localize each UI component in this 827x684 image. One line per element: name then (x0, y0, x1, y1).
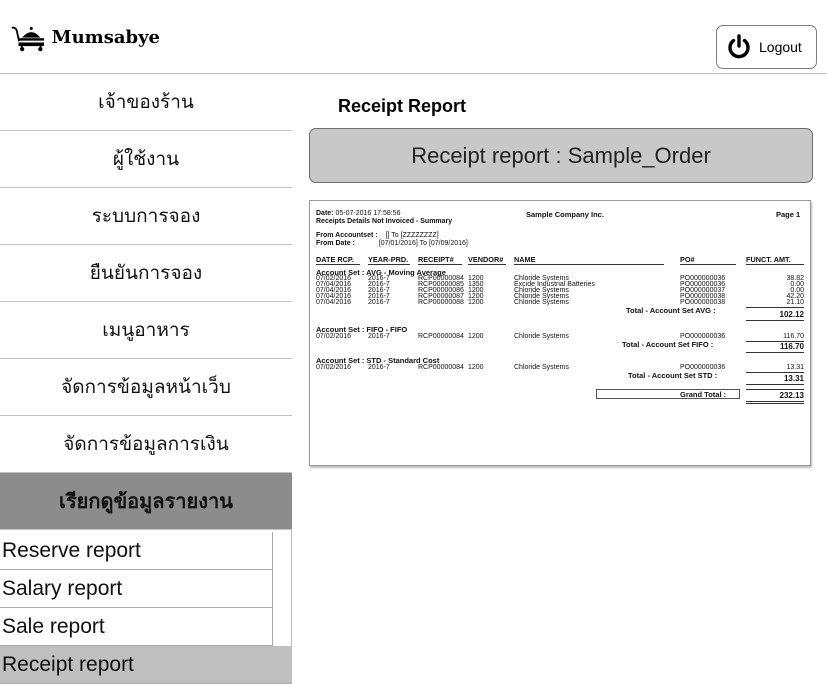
sidebar-item-food-menu[interactable]: เมนูอาหาร (0, 302, 292, 359)
grand-total-topline (746, 389, 804, 390)
cell-vendor: 1200 (468, 364, 484, 371)
cell-amount: 21.10 (786, 299, 804, 306)
cell-date: 07/02/2016 (316, 364, 352, 371)
cell-year-prd: 2016-7 (368, 333, 390, 340)
submenu-sale-report[interactable]: Sale report (0, 608, 273, 646)
report-date-label: Date: (316, 210, 334, 217)
total-fifo: 116.70 (779, 342, 804, 351)
col-funct-amt: FUNCT. AMT. (746, 255, 791, 264)
subtotal-line (746, 307, 804, 308)
col-name: NAME (514, 255, 536, 264)
report-page: Page 1 (776, 210, 801, 219)
col-underline (514, 264, 664, 265)
power-icon (728, 34, 750, 59)
cell-receipt: RCP00000088 (418, 299, 464, 306)
col-year-prd: YEAR-PRD. (368, 255, 409, 264)
submenu-reserve-report[interactable]: Reserve report (0, 532, 273, 570)
app-header: Mumsabye Logout (0, 0, 827, 74)
col-underline (316, 264, 360, 265)
cell-po: PO000000038 (680, 299, 726, 306)
sidebar-item-shop-owner[interactable]: เจ้าของร้าน (0, 74, 292, 131)
logout-button[interactable]: Logout (716, 25, 817, 69)
receipt-report-preview: Date: 05-07-2016 17:58:56 Receipts Detai… (309, 200, 811, 466)
sidebar-item-manage-webpage[interactable]: จัดการข้อมูลหน้าเว็บ (0, 359, 292, 416)
cell-receipt: RCP00000084 (418, 364, 464, 371)
col-po: PO# (680, 255, 695, 264)
report-title-box: Receipt report : Sample_Order (309, 128, 813, 183)
cell-name: Chloride Systems (514, 333, 569, 340)
cell-receipt: RCP00000084 (418, 333, 464, 340)
sidebar-item-booking-system[interactable]: ระบบการจอง (0, 188, 292, 245)
total-underline (746, 320, 804, 321)
col-underline (368, 264, 410, 265)
total-underline (746, 384, 804, 385)
grand-total-label: Grand Total : (680, 390, 727, 399)
grand-total-underline (746, 401, 804, 402)
cell-vendor: 1200 (468, 333, 484, 340)
col-underline (468, 264, 506, 265)
total-label-std: Total - Account Set STD : (628, 371, 718, 380)
col-underline (418, 264, 462, 265)
report-from-date: From Date : [07/01/2016] To [07/09/2016] (316, 240, 468, 247)
cell-date: 07/02/2016 (316, 333, 352, 340)
cell-amount: 13.31 (786, 364, 804, 371)
total-underline (746, 352, 804, 353)
page-title: Receipt Report (338, 96, 467, 116)
total-label-avg: Total - Account Set AVG : (626, 306, 716, 315)
col-receipt: RECEIPT# (418, 255, 454, 264)
report-subtitle: Receipts Details Not Invoiced - Summary (316, 218, 453, 225)
grand-total-value: 232.13 (779, 391, 804, 400)
food-trolley-icon (11, 26, 44, 52)
logout-label: Logout (759, 39, 802, 55)
total-avg: 102.12 (779, 310, 804, 319)
report-from-accountset: From Accountset : [] To [ZZZZZZZZ] (316, 232, 439, 239)
from-accountset-label: From Accountset : (316, 232, 378, 239)
sidebar-item-users[interactable]: ผู้ใช้งาน (0, 131, 292, 188)
sidebar-item-confirm-booking[interactable]: ยืนยันการจอง (0, 245, 292, 302)
report-date: Date: 05-07-2016 17:58:56 (316, 210, 400, 217)
from-date-value: [07/01/2016] To [07/09/2016] (378, 240, 468, 247)
sidebar: เจ้าของร้าน ผู้ใช้งาน ระบบการจอง ยืนยันก… (0, 74, 292, 684)
subtotal-line (746, 372, 804, 373)
total-label-fifo: Total - Account Set FIFO : (622, 340, 714, 349)
col-vendor: VENDOR# (468, 255, 504, 264)
submenu-receipt-report[interactable]: Receipt report (0, 646, 292, 684)
cell-vendor: 1200 (468, 299, 484, 306)
cell-year-prd: 2016-7 (368, 364, 390, 371)
col-date-rcp: DATE RCP. (316, 255, 354, 264)
cell-year-prd: 2016-7 (368, 299, 390, 306)
col-underline (680, 264, 736, 265)
cell-po: PO000000036 (680, 364, 726, 371)
total-std: 13.31 (783, 374, 804, 383)
report-date-value: 05-07-2016 17:58:56 (335, 210, 401, 217)
submenu-salary-report[interactable]: Salary report (0, 570, 273, 608)
sidebar-item-manage-finance[interactable]: จัดการข้อมูลการเงิน (0, 416, 292, 473)
report-title: Receipt report : Sample_Order (411, 142, 711, 168)
grand-total-double-underline (746, 403, 804, 404)
cell-po: PO000000036 (680, 333, 726, 340)
cell-name: Chloride Systems (514, 299, 569, 306)
cell-amount: 116.70 (783, 333, 804, 340)
report-company: Sample Company Inc. (526, 210, 604, 219)
cell-name: Chloride Systems (514, 364, 569, 371)
from-date-label: From Date : (316, 240, 355, 247)
from-accountset-value: [] To [ZZZZZZZZ] (385, 232, 439, 239)
sidebar-item-view-reports[interactable]: เรียกดูข้อมูลรายงาน (0, 473, 292, 530)
logo[interactable]: Mumsabye (10, 12, 160, 62)
cell-date: 07/04/2016 (316, 299, 352, 306)
main-content: Receipt Report Receipt report : Sample_O… (293, 74, 827, 678)
logo-text: Mumsabye (51, 26, 160, 48)
col-underline (746, 264, 804, 265)
